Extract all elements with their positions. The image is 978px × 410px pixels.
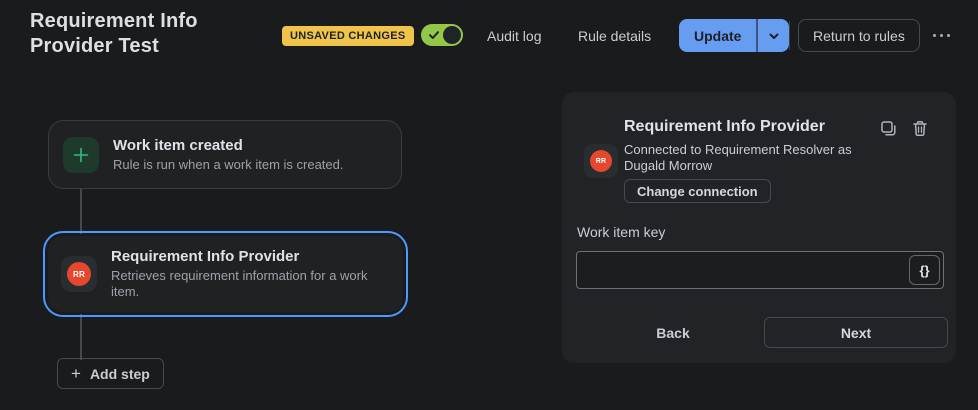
rr-avatar: RR: [590, 150, 612, 172]
check-icon: [428, 29, 440, 41]
plus-icon: +: [71, 364, 81, 383]
rule-enabled-toggle[interactable]: [421, 24, 463, 46]
unsaved-changes-label: UNSAVED CHANGES: [290, 30, 406, 42]
work-item-key-field-wrap: {}: [576, 251, 944, 289]
copy-icon: [880, 120, 896, 136]
step-card-action-selected[interactable]: RR Requirement Info Provider Retrieves r…: [43, 231, 408, 317]
rr-avatar: RR: [67, 262, 91, 286]
add-step-label: Add step: [89, 365, 150, 382]
add-step-button[interactable]: + Add step: [57, 358, 164, 389]
rule-details-link[interactable]: Rule details: [578, 27, 651, 45]
rr-app-icon: RR: [61, 256, 97, 292]
audit-log-link[interactable]: Audit log: [487, 27, 541, 45]
trash-icon: [913, 120, 927, 136]
connection-text: Connected to Requirement Resolver as Dug…: [624, 142, 852, 173]
chevron-down-icon: [769, 33, 779, 39]
more-menu-button[interactable]: [926, 23, 956, 47]
delete-step-button[interactable]: [909, 117, 931, 139]
plus-trigger-icon: [63, 136, 99, 173]
update-dropdown-button[interactable]: [756, 19, 789, 52]
page-title: Requirement Info Provider Test: [30, 10, 198, 57]
step-title: Requirement Info Provider: [111, 248, 300, 265]
step-description: Rule is run when a work item is created.: [113, 156, 344, 172]
rr-app-icon: RR: [584, 144, 618, 178]
update-split-button: Update: [679, 19, 790, 52]
duplicate-step-button[interactable]: [877, 117, 899, 139]
work-item-key-input[interactable]: [577, 252, 943, 288]
unsaved-changes-badge: UNSAVED CHANGES: [282, 26, 414, 46]
step-config-panel: Requirement Info Provider RR Connected t…: [562, 92, 956, 363]
update-button[interactable]: Update: [679, 19, 756, 52]
step-description: Retrieves requirement information for a …: [111, 268, 368, 299]
panel-title: Requirement Info Provider: [624, 118, 825, 135]
step-title: Work item created: [113, 136, 243, 154]
ellipsis-icon: [932, 33, 936, 37]
step-card-trigger[interactable]: Work item created Rule is run when a wor…: [48, 120, 402, 189]
next-button[interactable]: Next: [764, 317, 948, 348]
change-connection-button[interactable]: Change connection: [624, 179, 771, 203]
step-connector-line: [80, 314, 82, 360]
return-to-rules-button[interactable]: Return to rules: [798, 19, 920, 52]
header-divider: [789, 21, 790, 50]
work-item-key-label: Work item key: [577, 224, 666, 240]
step-connector-line: [80, 187, 82, 234]
smart-value-button[interactable]: {}: [909, 255, 940, 285]
toggle-knob: [443, 26, 461, 44]
back-button[interactable]: Back: [638, 317, 708, 348]
